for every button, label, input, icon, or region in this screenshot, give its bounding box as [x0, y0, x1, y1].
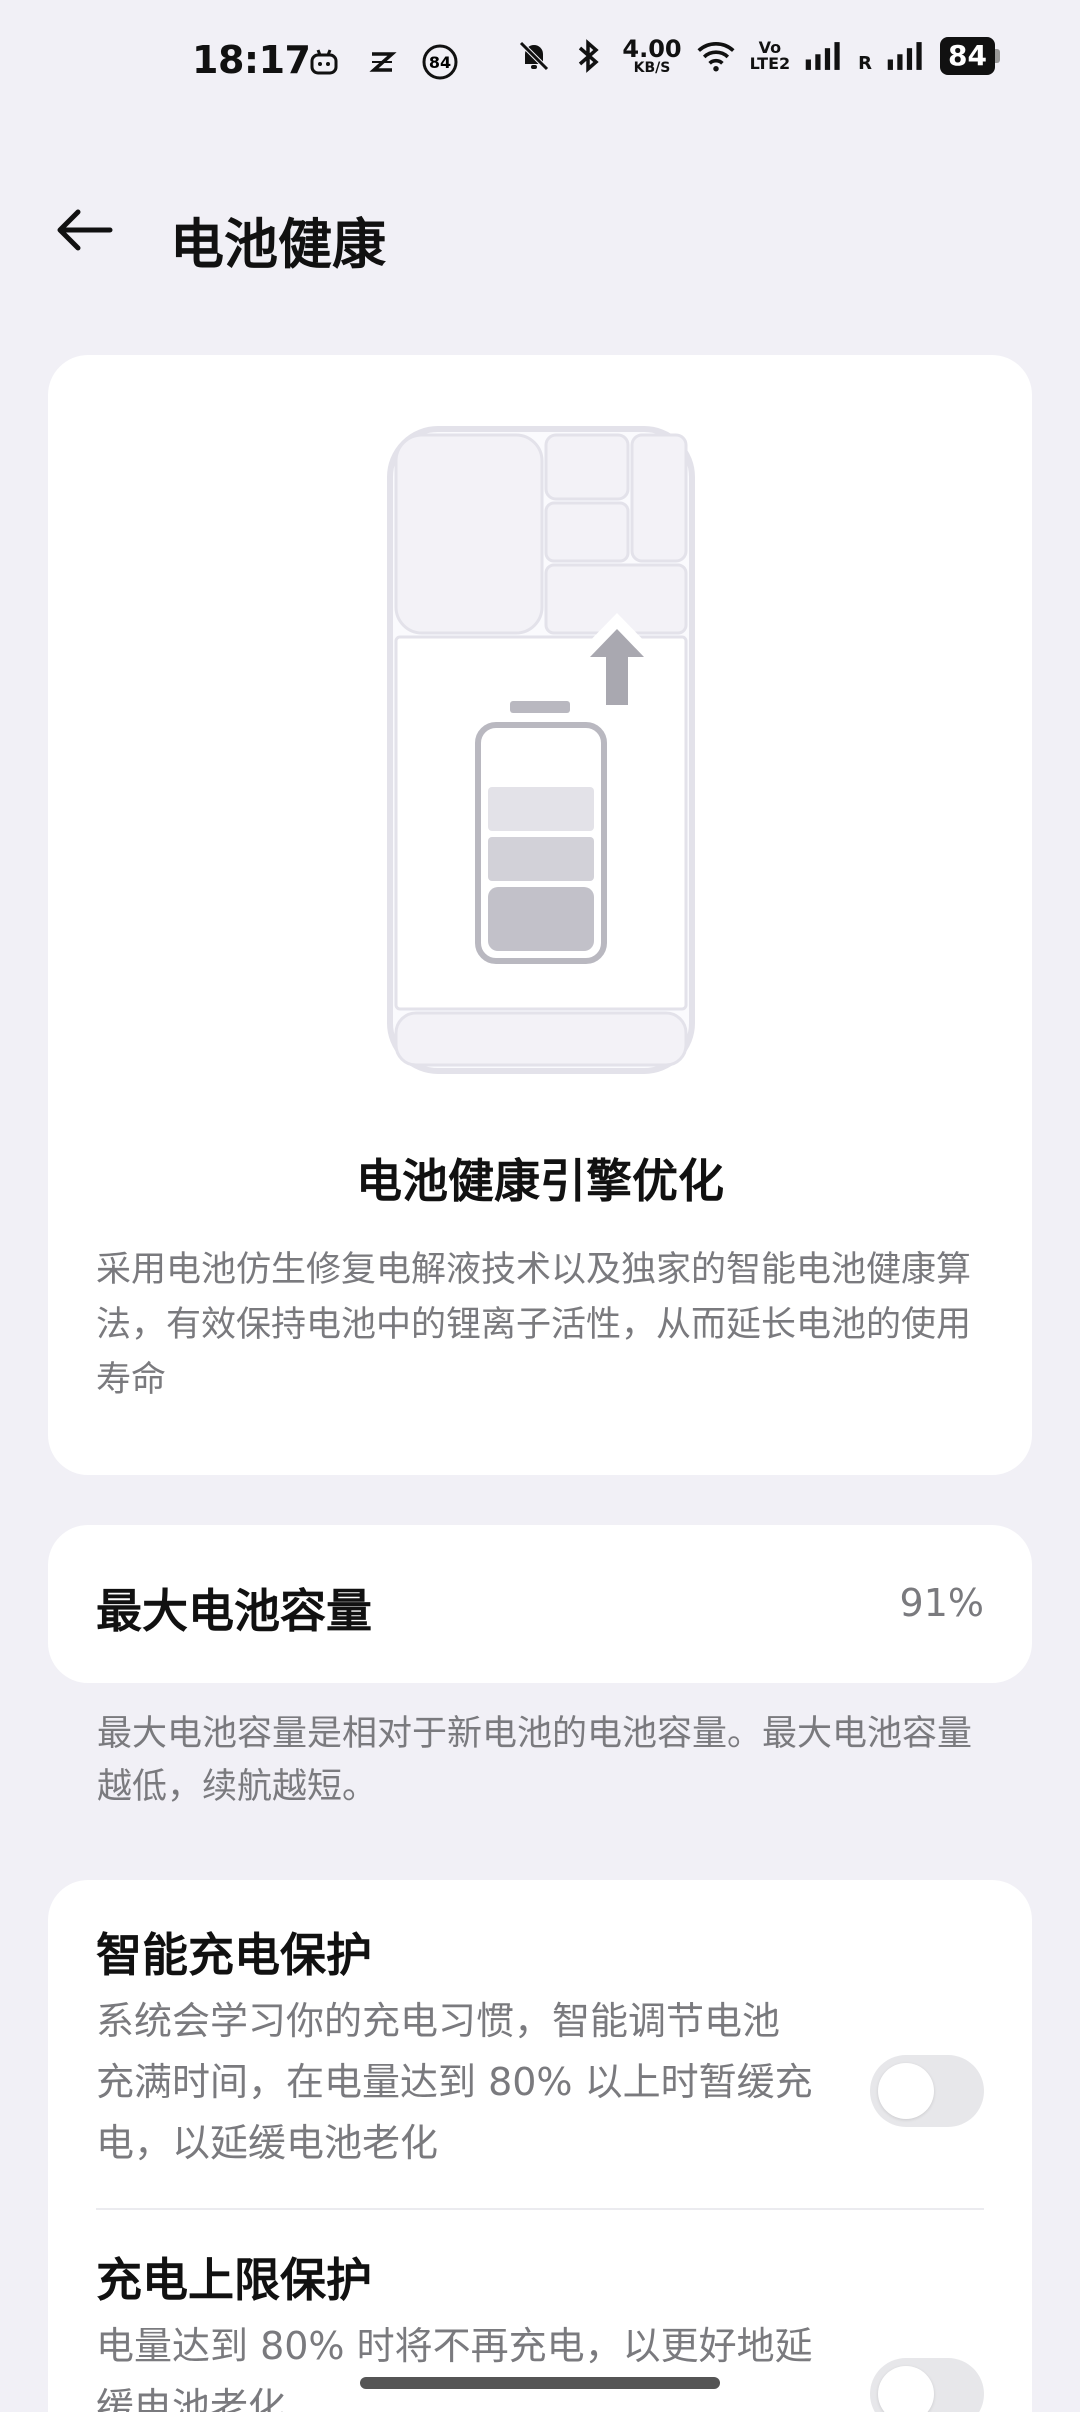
toggle-knob: [878, 2063, 934, 2119]
app-header: 电池健康: [0, 180, 1080, 280]
net-speed: 4.00 KB/S: [622, 35, 682, 76]
roaming-indicator: R: [858, 53, 873, 74]
notification-icons: 84: [304, 42, 460, 82]
charge-limit-description: 电量达到 80% 时将不再充电，以更好地延缓电池老化: [96, 2324, 813, 2412]
back-arrow-icon: [57, 209, 113, 251]
mute-bell-icon: [514, 36, 554, 76]
hero-title: 电池健康引擎优化: [356, 1154, 724, 1208]
status-bar: 18:17 84 4.00 KB/S Vo LTE2 R 84: [0, 0, 1080, 126]
robot-icon: [304, 42, 344, 82]
battery-icon: 84: [940, 37, 1000, 75]
hero-description: 采用电池仿生修复电解液技术以及独家的智能电池健康算法，有效保持电池中的锂离子活性…: [96, 1250, 972, 1400]
battery-health-card: 电池健康引擎优化 采用电池仿生修复电解液技术以及独家的智能电池健康算法，有效保持…: [48, 355, 1032, 1475]
system-icons: 4.00 KB/S Vo LTE2 R 84: [514, 36, 1000, 76]
charging-protection-card: 智能充电保护 系统会学习你的充电习惯，智能调节电池充满时间，在电量达到 80% …: [48, 1880, 1032, 2412]
charge-limit-title: 充电上限保护: [96, 2253, 372, 2307]
max-capacity-value: 91%: [899, 1581, 984, 1625]
status-time: 18:17: [192, 38, 311, 82]
max-capacity-label: 最大电池容量: [96, 1584, 372, 1638]
smart-charging-title: 智能充电保护: [96, 1928, 372, 1982]
signal-icon-2: [886, 36, 926, 76]
max-capacity-note: 最大电池容量是相对于新电池的电池容量。最大电池容量越低，续航越短。: [97, 1714, 973, 1807]
max-capacity-card: 最大电池容量 91%: [48, 1525, 1032, 1683]
smart-charging-description: 系统会学习你的充电习惯，智能调节电池充满时间，在电量达到 80% 以上时暂缓充电…: [96, 1999, 813, 2165]
signal-icon: [804, 36, 844, 76]
page-title: 电池健康: [170, 213, 386, 276]
charge-limit-toggle[interactable]: [870, 2358, 984, 2412]
badge-84-icon: 84: [420, 42, 460, 82]
phone-battery-illustration: [387, 426, 695, 1074]
smart-charging-row[interactable]: 智能充电保护 系统会学习你的充电习惯，智能调节电池充满时间，在电量达到 80% …: [96, 1925, 984, 2174]
home-indicator[interactable]: [360, 2377, 720, 2389]
smart-charging-toggle[interactable]: [870, 2055, 984, 2127]
volte-indicator: Vo LTE2: [749, 38, 791, 73]
svg-text:84: 84: [429, 53, 451, 72]
z-app-icon: [362, 42, 402, 82]
divider: [96, 2208, 984, 2210]
back-button[interactable]: [52, 202, 116, 258]
toggle-knob: [878, 2366, 934, 2412]
bluetooth-icon: [568, 36, 608, 76]
wifi-icon: [696, 36, 736, 76]
